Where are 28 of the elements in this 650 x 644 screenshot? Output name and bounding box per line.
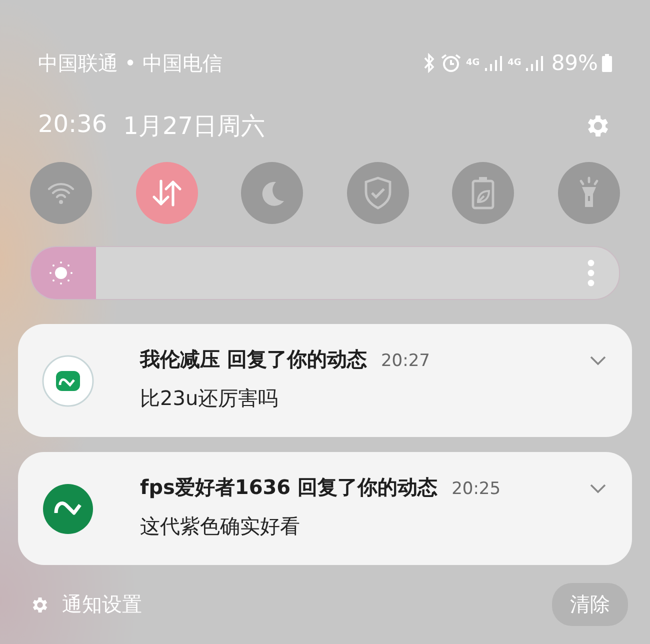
- signal-icon: [484, 54, 504, 72]
- date-text: 1月27日周六: [123, 111, 265, 142]
- battery-text: 89%: [551, 51, 598, 75]
- network-type-text: 4G: [466, 58, 480, 68]
- notification-card[interactable]: fps爱好者1636 回复了你的动态 20:25 这代紫色确实好看: [18, 452, 632, 565]
- battery-leaf-icon: [470, 175, 496, 211]
- expand-icon[interactable]: [590, 356, 606, 366]
- notification-card[interactable]: 我伦减压 回复了你的动态 20:27 比23u还厉害吗: [18, 324, 632, 437]
- network-type-text: 4G: [508, 58, 522, 68]
- alarm-icon: [440, 53, 462, 73]
- carrier-text: 中国联通 • 中国电信: [38, 50, 223, 76]
- battery-icon: [602, 54, 612, 72]
- notification-time: 20:25: [452, 478, 501, 498]
- settings-icon[interactable]: [30, 594, 50, 614]
- notification-time: 20:27: [380, 350, 430, 370]
- notification-title: 我伦减压 回复了你的动态: [140, 346, 367, 372]
- notification-title: fps爱好者1636 回复了你的动态: [140, 474, 438, 500]
- more-icon[interactable]: [587, 259, 595, 287]
- clock-time: 20:36: [38, 110, 108, 140]
- expand-icon[interactable]: [590, 484, 606, 494]
- sun-icon: [48, 260, 74, 286]
- bluetooth-icon: [422, 53, 436, 73]
- app-icon: [42, 354, 94, 406]
- app-icon: [42, 482, 94, 534]
- brightness-slider[interactable]: [30, 246, 620, 300]
- signal-icon: [525, 54, 546, 72]
- notification-message: 这代紫色确实好看: [140, 512, 301, 540]
- notification-message: 比23u还厉害吗: [140, 384, 280, 412]
